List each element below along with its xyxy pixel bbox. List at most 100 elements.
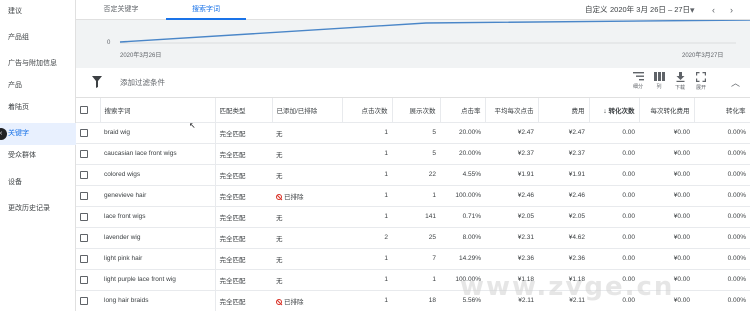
expand-icon <box>696 72 706 82</box>
chart-y-zero-label: 0 <box>107 40 111 46</box>
sidebar-item-label: 受众群体 <box>8 152 36 159</box>
conversions-cell: 0.00 <box>589 206 639 228</box>
sidebar-item-products[interactable]: 产品 <box>0 75 76 97</box>
row-checkbox[interactable] <box>80 275 88 284</box>
select-all-checkbox[interactable] <box>80 105 88 114</box>
sidebar-item-product-groups[interactable]: 产品组 <box>0 27 76 49</box>
search-term-cell[interactable]: genevieve hair <box>100 185 216 207</box>
clicks-cell: 1 <box>342 164 392 186</box>
cost-per-conv-cell: ¥0.00 <box>639 122 694 144</box>
avg-cpc-cell: ¥2.46 <box>485 185 538 207</box>
ctr-cell: 100.00% <box>440 185 485 207</box>
col-conv-rate[interactable]: 转化率 <box>694 98 750 123</box>
row-select-cell <box>76 122 100 144</box>
filter-icon[interactable] <box>92 76 102 88</box>
row-checkbox[interactable] <box>80 170 88 179</box>
conv-rate-cell: 0.00% <box>694 227 750 249</box>
col-search-term[interactable]: 搜索字词 <box>100 98 216 123</box>
row-checkbox[interactable] <box>80 254 88 263</box>
row-checkbox[interactable] <box>80 233 88 242</box>
table-row[interactable]: genevieve hair 完全匹配 已排除 1 1 100.00% ¥2.46 ¥2.46… <box>76 185 750 207</box>
impressions-cell: 7 <box>392 248 440 270</box>
columns-button[interactable]: 列 <box>649 72 669 90</box>
search-term-cell[interactable]: lace front wigs <box>100 206 216 228</box>
download-button[interactable]: 下载 <box>670 72 690 91</box>
row-checkbox[interactable] <box>80 128 88 137</box>
chart-svg <box>119 20 750 44</box>
status-cell: 无 <box>272 164 342 186</box>
expand-button[interactable]: 展开 <box>691 72 711 91</box>
table-row[interactable]: colored wigs 完全匹配无 1 22 4.55% ¥1.91 ¥1.91 0.00 ¥… <box>76 164 750 186</box>
sidebar-item-landing-pages[interactable]: 着陆页 <box>0 97 76 119</box>
ctr-cell: 0.71% <box>440 206 485 228</box>
col-added-excluded[interactable]: 已添加/已排除 <box>272 98 343 123</box>
avg-cpc-cell: ¥2.36 <box>485 248 538 270</box>
row-checkbox[interactable] <box>80 212 88 221</box>
table-row[interactable]: braid wig 完全匹配无 1 5 20.00% ¥2.47 ¥2.47 0.00 ¥0.0… <box>76 122 750 144</box>
cost-per-conv-cell: ¥0.00 <box>639 248 694 270</box>
next-period-icon[interactable]: › <box>730 0 733 20</box>
sidebar-item-keywords[interactable]: ‹ 关键字 <box>0 123 76 145</box>
col-cost-per-conv[interactable]: 每次转化费用 <box>639 98 695 123</box>
col-clicks[interactable]: 点击次数 <box>342 98 393 123</box>
cost-cell: ¥2.36 <box>538 248 589 270</box>
search-term-cell[interactable]: long hair braids <box>100 290 216 311</box>
col-cost[interactable]: 费用 <box>538 98 590 123</box>
chart-x-start-label: 2020年3月26日 <box>120 53 162 59</box>
status-cell: 无 <box>272 269 342 291</box>
col-ctr[interactable]: 点击率 <box>440 98 486 123</box>
cost-per-conv-cell: ¥0.00 <box>639 227 694 249</box>
table-row[interactable]: lace front wigs 完全匹配无 1 141 0.71% ¥2.05 ¥2.05 0… <box>76 206 750 228</box>
col-impressions[interactable]: 展示次数 <box>392 98 441 123</box>
prev-period-icon[interactable]: ‹ <box>712 0 715 20</box>
row-select-cell <box>76 206 100 228</box>
row-checkbox[interactable] <box>80 149 88 158</box>
col-conversions-label: 转化次数 <box>608 107 635 115</box>
status-cell: 无 <box>272 248 342 270</box>
search-term-cell[interactable]: colored wigs <box>100 164 216 186</box>
col-avg-cpc[interactable]: 平均每次点击 <box>485 98 539 123</box>
row-checkbox[interactable] <box>80 296 88 305</box>
cost-cell: ¥2.37 <box>538 143 589 165</box>
search-term-cell[interactable]: caucasian lace front wigs <box>100 143 216 165</box>
status-cell: 已排除 <box>272 185 342 207</box>
tab-negative-keywords[interactable]: 否定关键字 <box>76 0 166 20</box>
search-term-cell[interactable]: lavender wig <box>100 227 216 249</box>
clicks-cell: 1 <box>342 185 392 207</box>
row-select-cell <box>76 227 100 249</box>
cost-per-conv-cell: ¥0.00 <box>639 164 694 186</box>
conv-rate-cell: 0.00% <box>694 248 750 270</box>
sidebar-item-ads-extensions[interactable]: 广告与附加信息 <box>0 53 76 75</box>
conv-rate-cell: 0.00% <box>694 185 750 207</box>
select-all-cell <box>76 98 101 123</box>
match-type-cell: 完全匹配 <box>215 143 272 165</box>
ctr-cell: 4.55% <box>440 164 485 186</box>
conv-rate-cell: 0.00% <box>694 269 750 291</box>
add-filter-input[interactable]: 添加过滤条件 <box>120 68 165 98</box>
status-cell: 无 <box>272 122 342 144</box>
table-row[interactable]: lavender wig 完全匹配无 2 25 8.00% ¥2.31 ¥4.62 0.00 ¥… <box>76 227 750 249</box>
sidebar-item-suggestions[interactable]: 建议 <box>0 1 76 23</box>
top-bar: 否定关键字 搜索字词 自定义 2020年 3月 26日 – 27日 ▾ ‹ › <box>76 0 750 20</box>
col-conversions[interactable]: ↓ 转化次数 <box>589 98 640 123</box>
search-term-cell[interactable]: light pink hair <box>100 248 216 270</box>
tab-search-terms[interactable]: 搜索字词 <box>166 0 246 20</box>
row-select-cell <box>76 248 100 270</box>
table-row[interactable]: caucasian lace front wigs 完全匹配无 1 5 20.00% ¥2… <box>76 143 750 165</box>
sidebar-item-label: 产品 <box>8 82 22 89</box>
search-term-cell[interactable]: braid wig <box>100 122 216 144</box>
sidebar-item-devices[interactable]: 设备 <box>0 172 76 194</box>
table-row[interactable]: light pink hair 完全匹配无 1 7 14.29% ¥2.36 ¥2.36 0.… <box>76 248 750 270</box>
segment-button[interactable]: 细分 <box>628 72 648 90</box>
date-range[interactable]: 2020年 3月 26日 – 27日 <box>610 0 690 20</box>
sidebar-item-audiences[interactable]: 受众群体 <box>0 145 76 167</box>
search-term-cell[interactable]: light purple lace front wig <box>100 269 216 291</box>
sidebar-item-change-history[interactable]: 更改历史记录 <box>0 198 76 220</box>
row-checkbox[interactable] <box>80 191 88 200</box>
col-match-type[interactable]: 匹配类型 <box>215 98 273 123</box>
clicks-cell: 1 <box>342 269 392 291</box>
date-dropdown-icon[interactable]: ▾ <box>690 0 695 20</box>
chevron-up-icon[interactable]: ︿ <box>731 76 740 89</box>
match-type-cell: 完全匹配 <box>215 206 272 228</box>
table-header-row: 搜索字词 匹配类型 已添加/已排除 点击次数 展示次数 点击率 平均每次点击 费… <box>76 98 750 123</box>
